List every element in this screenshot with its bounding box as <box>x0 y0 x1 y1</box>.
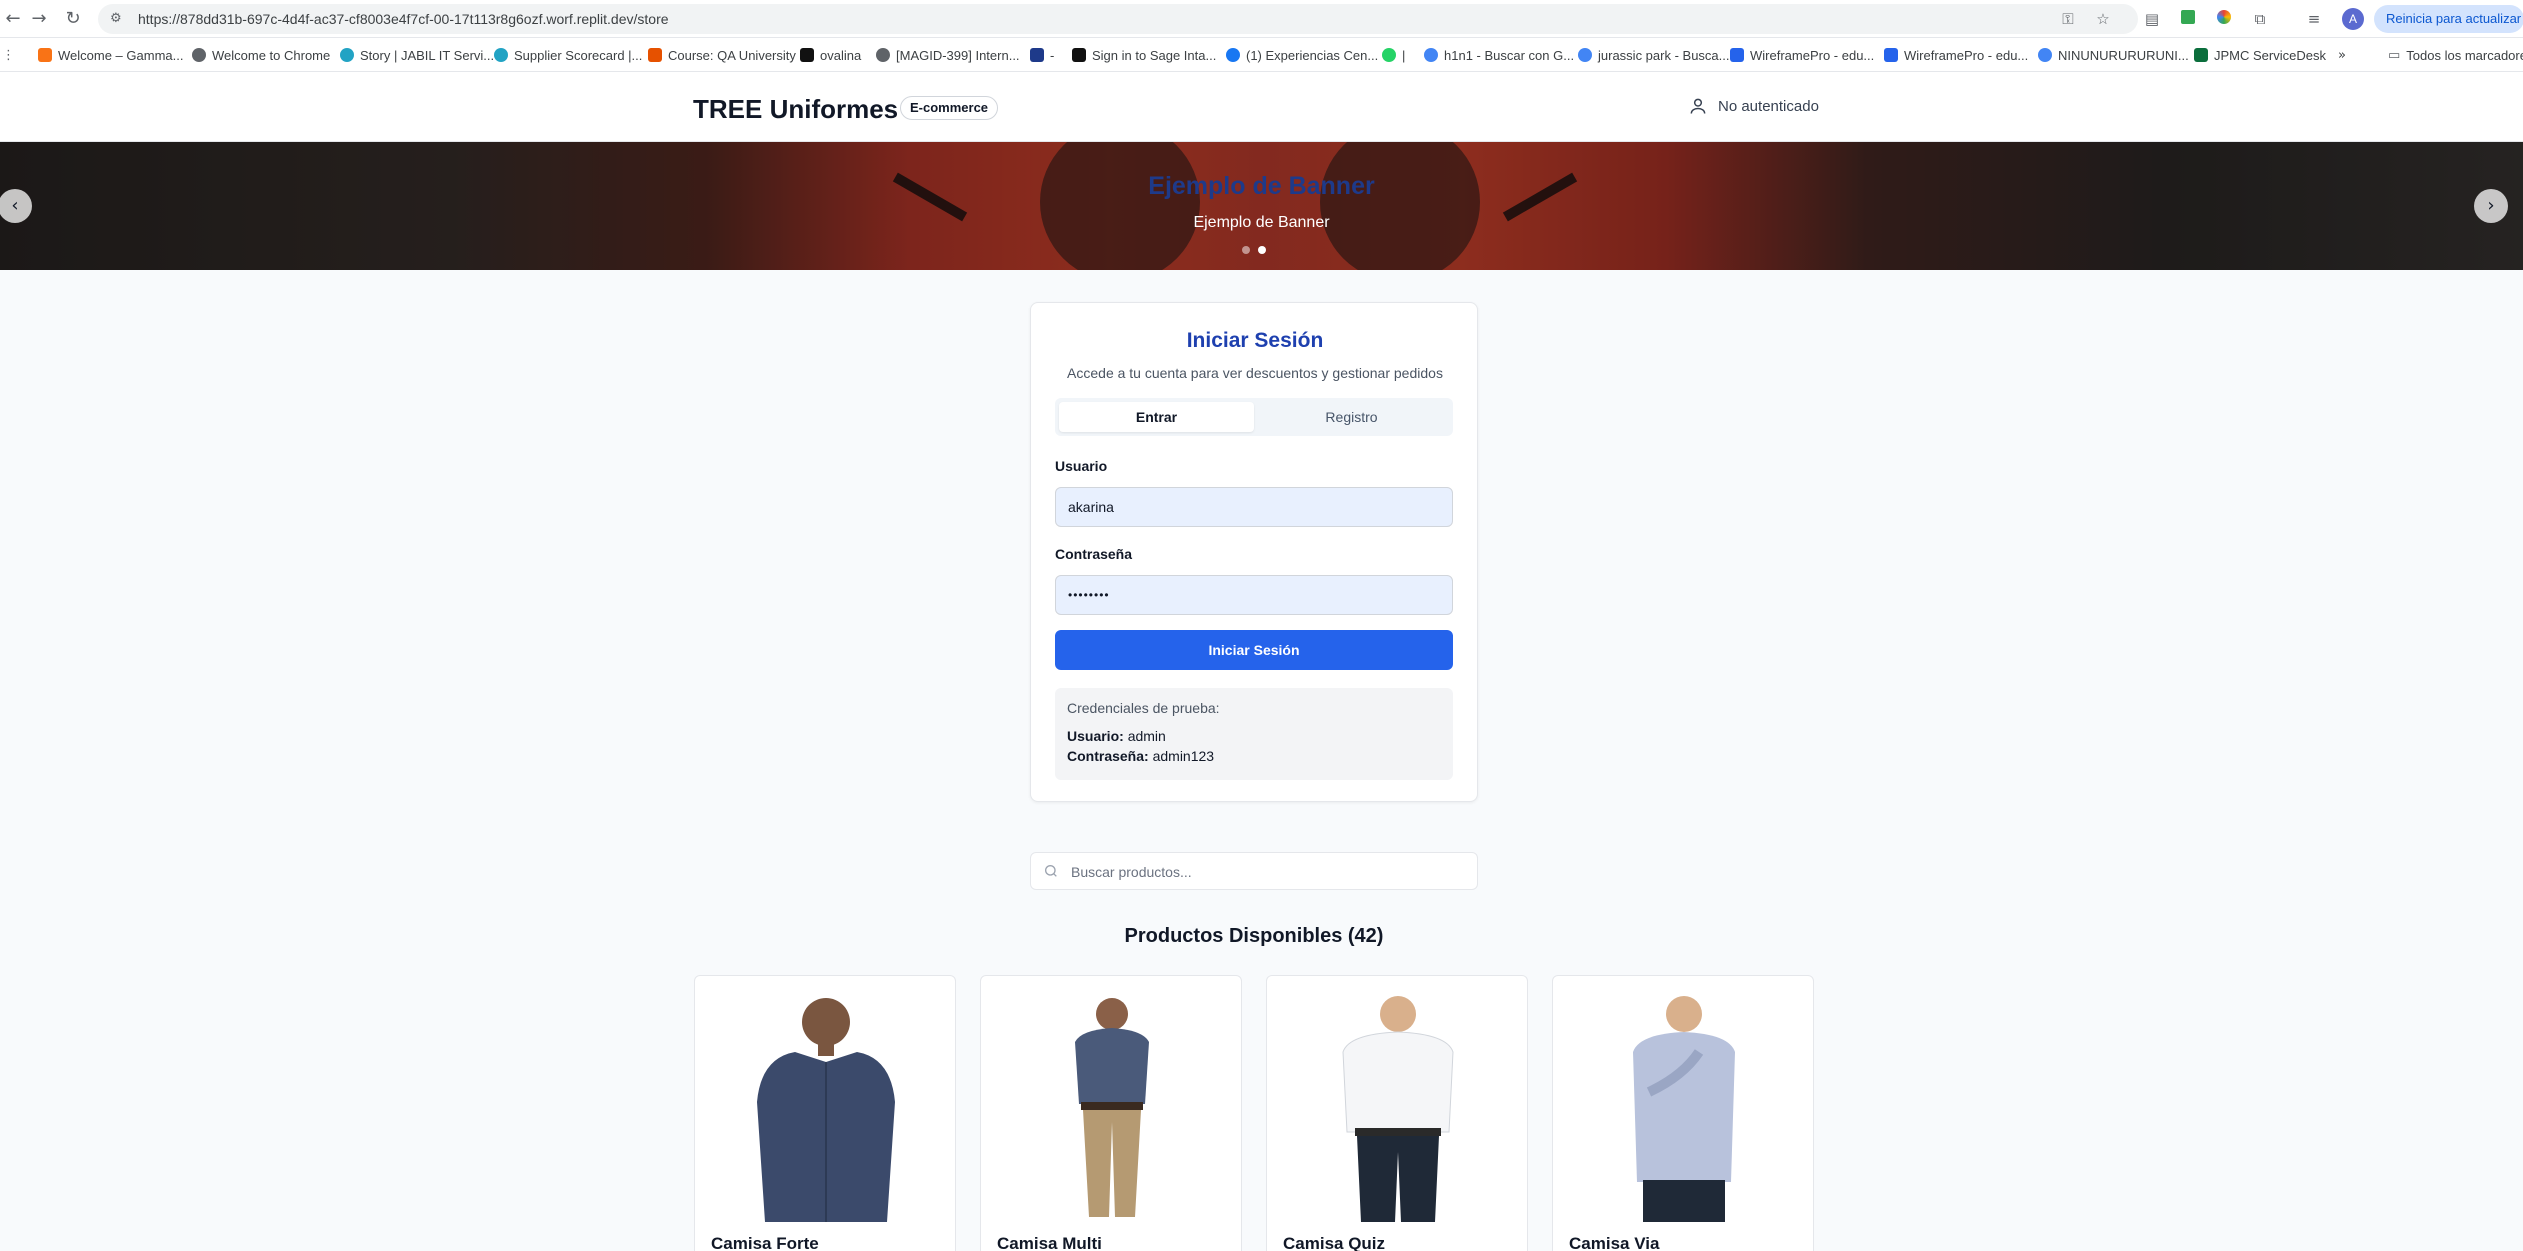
servicedesk-favicon-icon <box>2194 48 2208 62</box>
banner-subtitle: Ejemplo de Banner <box>1193 214 1330 231</box>
bookmark-item[interactable]: JPMC ServiceDesk <box>2194 46 2326 64</box>
hero-banner: Ejemplo de Banner Ejemplo de Banner ‹ › <box>0 142 2523 270</box>
carousel-dot-active[interactable] <box>1258 246 1266 254</box>
bookmark-item[interactable]: Story | JABIL IT Servi... <box>340 46 494 64</box>
login-title: Iniciar Sesión <box>1186 329 1324 352</box>
bookmark-item[interactable]: NINUNURURURUNI... <box>2038 46 2189 64</box>
bookmark-item[interactable]: ovalina <box>800 46 861 64</box>
apps-icon[interactable]: ⋮ <box>2 46 15 64</box>
credentials-user-row: Usuario: admin <box>1067 728 1166 744</box>
wireframepro-favicon-icon <box>1730 48 1744 62</box>
bookmark-item[interactable]: - <box>1030 46 1054 64</box>
auth-status[interactable]: No autenticado <box>1688 96 1819 116</box>
brand-logo[interactable]: TREE Uniformes <box>693 94 898 125</box>
product-image <box>1553 992 1813 1222</box>
product-image <box>981 992 1241 1222</box>
login-card: Iniciar Sesión Accede a tu cuenta para v… <box>1030 302 1478 802</box>
carousel-indicators <box>1242 246 1266 254</box>
google-favicon-icon <box>1424 48 1438 62</box>
credentials-heading: Credenciales de prueba: <box>1067 700 1220 716</box>
bookmark-item[interactable]: WireframePro - edu... <box>1730 46 1874 64</box>
product-card[interactable]: Camisa Via <box>1552 975 1814 1251</box>
banner-title: Ejemplo de Banner <box>1148 172 1375 200</box>
tab-entrar[interactable]: Entrar <box>1059 402 1254 432</box>
address-bar[interactable]: ⚙ https://878dd31b-697c-4d4f-ac37-cf8003… <box>98 4 2138 34</box>
jabil-favicon-icon <box>340 48 354 62</box>
bookmarks-bar: ⋮ Welcome – Gamma... Welcome to Chrome S… <box>0 38 2523 72</box>
gamma-favicon-icon <box>38 48 52 62</box>
facebook-favicon-icon <box>1226 48 1240 62</box>
product-image <box>695 992 955 1222</box>
bookmark-item[interactable]: h1n1 - Buscar con G... <box>1424 46 1574 64</box>
bookmark-item[interactable]: Sign in to Sage Inta... <box>1072 46 1216 64</box>
site-settings-icon[interactable]: ⚙ <box>110 11 126 27</box>
update-browser-button[interactable]: Reinicia para actualizar <box>2374 5 2523 33</box>
bookmark-item[interactable]: Course: QA University <box>648 46 796 64</box>
key-icon[interactable]: ⚿ <box>2058 9 2078 29</box>
product-card[interactable]: Camisa Multi <box>980 975 1242 1251</box>
chevron-right-icon[interactable]: › <box>2474 189 2508 223</box>
whatsapp-favicon-icon <box>1382 48 1396 62</box>
wireframepro-favicon-icon <box>1884 48 1898 62</box>
bookmark-item[interactable]: Welcome – Gamma... <box>38 46 183 64</box>
bookmark-item[interactable]: jurassic park - Busca... <box>1578 46 1730 64</box>
product-image <box>1267 992 1527 1222</box>
folder-icon: ▭ <box>2388 47 2401 63</box>
chrome-favicon-icon <box>192 48 206 62</box>
forward-icon[interactable]: → <box>26 6 52 32</box>
reload-icon[interactable]: ↻ <box>60 6 86 32</box>
product-name[interactable]: Camisa Forte <box>711 1234 819 1251</box>
profile-avatar[interactable]: A <box>2342 8 2364 30</box>
globe-favicon-icon <box>876 48 890 62</box>
sage-favicon-icon <box>1072 48 1086 62</box>
google-favicon-icon <box>1578 48 1592 62</box>
product-card[interactable]: Camisa Forte <box>694 975 956 1251</box>
qa-favicon-icon <box>648 48 662 62</box>
bookmark-item[interactable]: [MAGID-399] Intern... <box>876 46 1020 64</box>
password-label: Contraseña <box>1055 546 1133 562</box>
credentials-pass-row: Contraseña: admin123 <box>1067 748 1215 764</box>
product-name[interactable]: Camisa Via <box>1569 1234 1659 1251</box>
password-input[interactable]: •••••••• <box>1055 575 1453 615</box>
test-credentials-box: Credenciales de prueba: Usuario: admin C… <box>1055 688 1453 780</box>
product-search-input[interactable]: Buscar productos... <box>1030 852 1478 890</box>
products-heading: Productos Disponibles (42) <box>1124 925 1384 947</box>
username-label: Usuario <box>1055 458 1108 474</box>
bookmark-item[interactable]: Supplier Scorecard |... <box>494 46 642 64</box>
media-queue-icon[interactable]: ≡ <box>2302 7 2326 31</box>
carousel-dot[interactable] <box>1242 246 1250 254</box>
star-icon[interactable]: ☆ <box>2093 9 2113 29</box>
ovalina-favicon-icon <box>800 48 814 62</box>
url-text[interactable]: https://878dd31b-697c-4d4f-ac37-cf8003e4… <box>138 11 669 27</box>
search-placeholder: Buscar productos... <box>1071 864 1192 880</box>
jabil-favicon-icon <box>494 48 508 62</box>
username-input[interactable]: akarina <box>1055 487 1453 527</box>
auth-status-label: No autenticado <box>1718 97 1819 115</box>
site-header: TREE Uniformes E-commerce No autenticado <box>0 72 2523 142</box>
app-favicon-icon <box>1030 48 1044 62</box>
more-bookmarks-icon[interactable]: » <box>2338 46 2346 64</box>
bookmark-item[interactable]: Welcome to Chrome <box>192 46 330 64</box>
auth-tabs: Entrar Registro <box>1055 398 1453 436</box>
bookmark-item[interactable]: | <box>1382 46 1405 64</box>
bookmark-item[interactable]: WireframePro - edu... <box>1884 46 2028 64</box>
extension-color-icon[interactable] <box>2212 7 2236 31</box>
extension-green-icon[interactable] <box>2176 7 2200 31</box>
extension-doc-icon[interactable]: ▤ <box>2140 7 2164 31</box>
store-badge: E-commerce <box>900 96 999 120</box>
bookmark-item[interactable]: (1) Experiencias Cen... <box>1226 46 1378 64</box>
product-name[interactable]: Camisa Multi <box>997 1234 1102 1251</box>
login-submit-button[interactable]: Iniciar Sesión <box>1055 630 1453 670</box>
search-icon <box>1045 865 1057 877</box>
google-favicon-icon <box>2038 48 2052 62</box>
user-icon <box>1690 98 1706 114</box>
back-icon[interactable]: ← <box>0 6 26 32</box>
extensions-puzzle-icon[interactable]: ⧉ <box>2248 7 2272 31</box>
login-description: Accede a tu cuenta para ver descuentos y… <box>1067 365 1443 381</box>
tab-registro[interactable]: Registro <box>1254 402 1449 432</box>
browser-toolbar: ← → ↻ ⚙ https://878dd31b-697c-4d4f-ac37-… <box>0 0 2523 38</box>
product-name[interactable]: Camisa Quiz <box>1283 1234 1385 1251</box>
all-bookmarks-folder[interactable]: ▭ Todos los marcadores <box>2388 46 2523 64</box>
product-card[interactable]: Camisa Quiz <box>1266 975 1528 1251</box>
